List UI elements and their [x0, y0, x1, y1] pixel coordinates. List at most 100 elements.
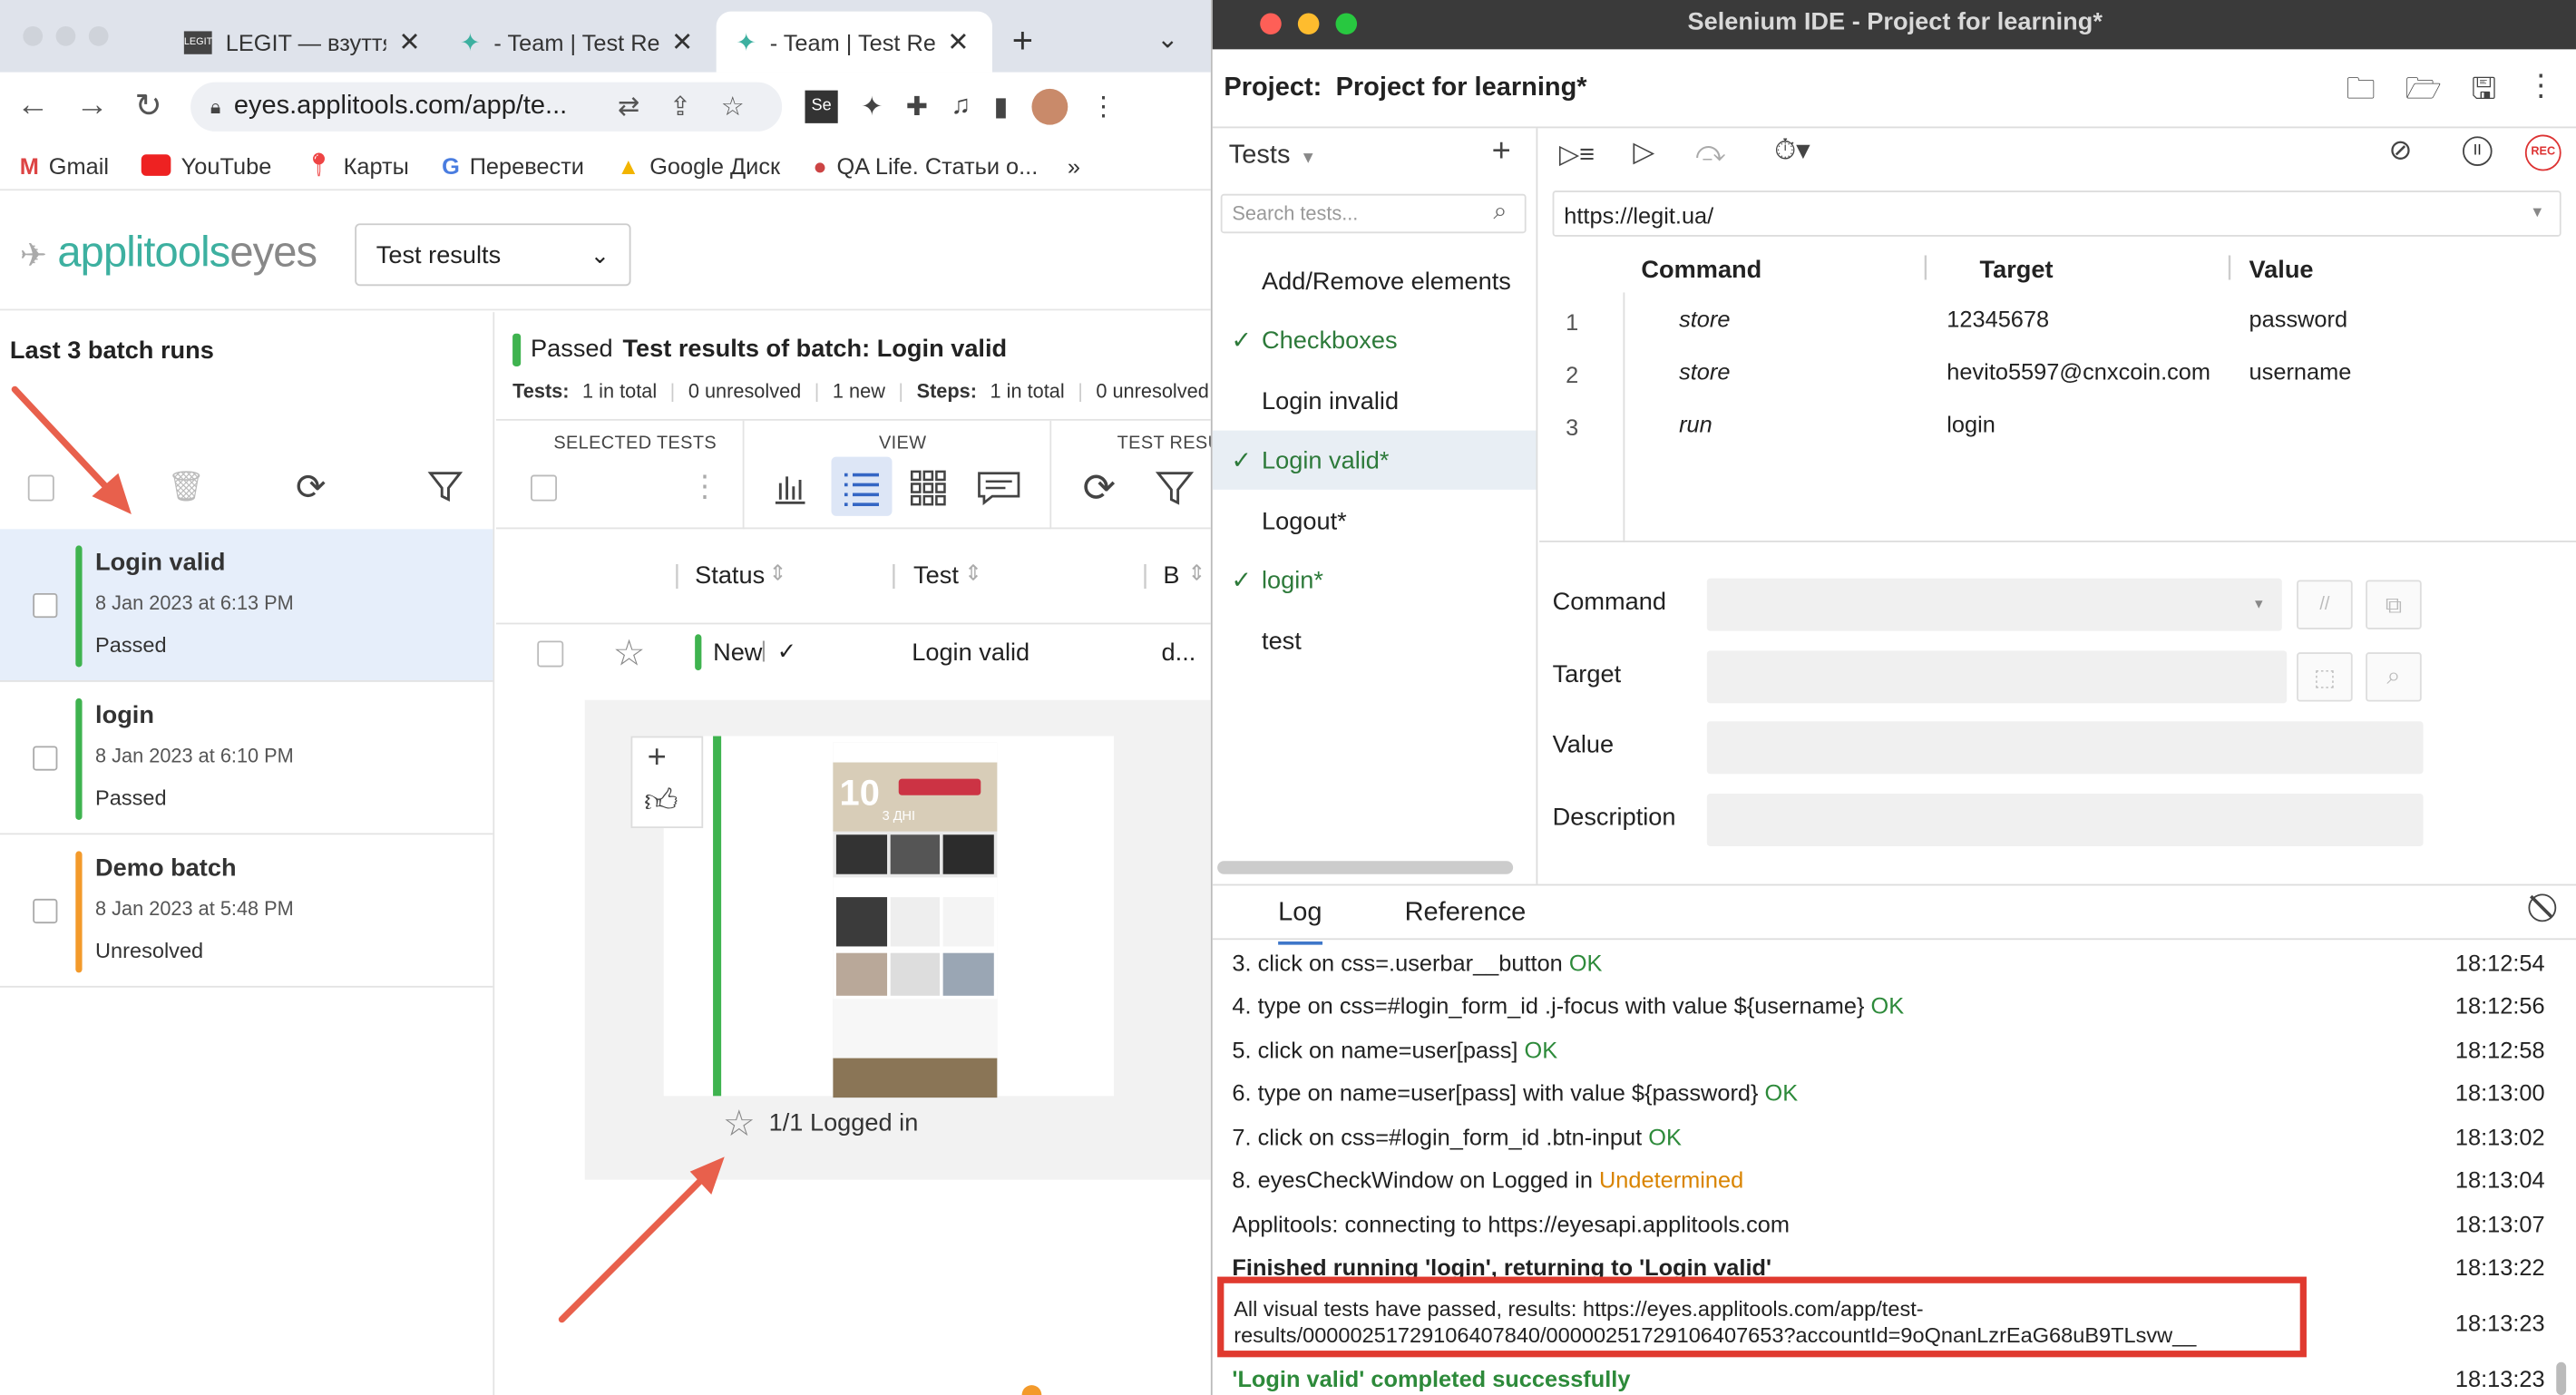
- new-project-icon[interactable]: 🗀︎: [2346, 69, 2376, 118]
- test-name: Login valid*: [1262, 445, 1390, 474]
- project-actions: 🗀︎ 🗁︎ 🖫︎ ⋮: [2346, 69, 2555, 118]
- log-line: Applitools: connecting to https://eyesap…: [1232, 1211, 1790, 1238]
- row-number: 2: [1566, 361, 1579, 388]
- check-icon: ✓: [1231, 566, 1253, 595]
- close-window-icon[interactable]: [1260, 13, 1282, 35]
- result-line-1: All visual tests have passed, results: h…: [1234, 1296, 1924, 1322]
- log-line: 3. click on css=.userbar__button OK: [1232, 950, 1603, 977]
- visual-tests-result[interactable]: All visual tests have passed, results: h…: [1234, 1296, 2196, 1349]
- search-placeholder: Search tests...: [1232, 201, 1359, 226]
- log-time: 18:13:22: [2454, 1254, 2545, 1281]
- tests-panel: Tests ▼ + Search tests... ⌕ Add/Remove el…: [1212, 128, 1538, 884]
- project-name[interactable]: Project for learning*: [1336, 74, 1587, 102]
- command-target: hevito5597@cnxcoin.com: [1947, 357, 2211, 385]
- command-row[interactable]: 2 store hevito5597@cnxcoin.com username: [1539, 345, 2576, 397]
- search-icon: ⌕: [1493, 197, 1508, 226]
- tab-reference[interactable]: Reference: [1405, 899, 1527, 929]
- run-all-icon[interactable]: ▷≡: [1559, 138, 1595, 171]
- log-time: 18:13:23: [2454, 1309, 2545, 1336]
- row-number: 3: [1566, 414, 1579, 441]
- horizontal-scrollbar[interactable]: [1217, 861, 1514, 874]
- target-label: Target: [1552, 660, 1622, 689]
- search-tests-input[interactable]: Search tests... ⌕: [1220, 193, 1527, 234]
- target-input[interactable]: [1706, 650, 2288, 704]
- column-value: Value: [2249, 256, 2314, 285]
- open-project-icon[interactable]: 🗁︎: [2405, 69, 2442, 118]
- step-over-icon[interactable]: ⤼: [1695, 136, 1725, 169]
- commands-table: Command | Target | Value 1 store 1234567…: [1539, 247, 2576, 542]
- log-panel: Log Reference 3. click on css=.userbar__…: [1212, 883, 2576, 1395]
- minimize-window-icon[interactable]: [1297, 13, 1320, 35]
- log-line: 5. click on name=user[pass] OK: [1232, 1037, 1558, 1064]
- command-row[interactable]: 3 run login: [1539, 397, 2576, 450]
- clear-log-icon[interactable]: [2528, 893, 2557, 922]
- test-item-selected[interactable]: ✓ Login valid*: [1212, 430, 1537, 490]
- test-item[interactable]: ✓ login*: [1213, 551, 1537, 610]
- log-time: 18:13:23: [2454, 1365, 2545, 1392]
- test-item[interactable]: Add/Remove elements: [1213, 251, 1537, 310]
- browser-window: LEGIT LEGIT — взуття ✕ ✦ - Team | Test R…: [0, 0, 1211, 1395]
- annotation-arrows: [11, 385, 725, 1323]
- test-name: Checkboxes: [1262, 326, 1398, 355]
- description-label: Description: [1552, 803, 1676, 832]
- test-item[interactable]: ✓ Checkboxes: [1213, 310, 1537, 369]
- command-value: password: [2249, 305, 2348, 332]
- log-line: 6. type on name=user[pass] with value ${…: [1232, 1079, 1799, 1107]
- chevron-down-icon: ▼: [2530, 203, 2545, 220]
- row-number: 1: [1566, 308, 1579, 336]
- value-input[interactable]: [1706, 721, 2424, 775]
- command-target: login: [1947, 410, 1995, 437]
- column-target: Target: [1979, 256, 2054, 285]
- test-name: Login invalid: [1262, 386, 1400, 415]
- log-line: 7. click on css=#login_form_id .btn-inpu…: [1232, 1124, 1682, 1151]
- log-time: 18:13:00: [2454, 1079, 2545, 1107]
- select-target-icon[interactable]: ⬚: [2297, 652, 2353, 702]
- log-line: 4. type on css=#login_form_id .j-focus w…: [1232, 992, 1905, 1019]
- project-bar: Project: Project for learning* 🗀︎ 🗁︎ 🖫︎ …: [1212, 49, 2576, 129]
- vertical-scrollbar[interactable]: [2556, 1361, 2567, 1395]
- find-target-icon[interactable]: ⌕: [2366, 652, 2422, 702]
- description-input[interactable]: [1706, 793, 2424, 846]
- run-toolbar: ▷≡ ▷ ⤼ ⏱︎▾ ⊘ II REC: [1539, 128, 2576, 180]
- command-label: Command: [1552, 588, 1666, 617]
- test-name: Logout*: [1262, 506, 1347, 535]
- check-icon: ✓: [1231, 446, 1253, 475]
- log-time: 18:13:07: [2454, 1211, 2545, 1238]
- log-time: 18:13:04: [2454, 1166, 2545, 1194]
- pause-icon[interactable]: II: [2463, 136, 2493, 166]
- save-project-icon[interactable]: 🖫︎: [2472, 69, 2497, 118]
- tests-dropdown[interactable]: Tests ▼: [1229, 141, 1316, 171]
- command-value: username: [2249, 357, 2352, 385]
- result-highlight-box: All visual tests have passed, results: h…: [1217, 1276, 2307, 1358]
- run-test-icon[interactable]: ▷: [1633, 136, 1654, 169]
- project-title: Project: Project for learning*: [1224, 74, 1586, 104]
- column-command: Command: [1641, 256, 1762, 285]
- selenium-ide-window: Selenium IDE - Project for learning* Pro…: [1210, 0, 2576, 1395]
- log-line: 8. eyesCheckWindow on Logged in Undeterm…: [1232, 1166, 1744, 1194]
- log-time: 18:12:58: [2454, 1037, 2545, 1064]
- test-name: Add/Remove elements: [1262, 267, 1511, 296]
- open-reference-icon[interactable]: ⧉: [2366, 580, 2422, 629]
- speed-icon[interactable]: ⏱︎▾: [1774, 135, 1810, 168]
- result-line-2: results/00000251729106407840/00000251729…: [1234, 1322, 2197, 1348]
- log-time: 18:13:02: [2454, 1124, 2545, 1151]
- base-url-value: https://legit.ua/: [1564, 201, 1714, 229]
- command-row[interactable]: 1 store 12345678 password: [1539, 292, 2576, 345]
- record-icon[interactable]: REC: [2524, 134, 2561, 171]
- test-item[interactable]: Login invalid: [1213, 371, 1537, 430]
- test-name: login*: [1262, 566, 1323, 594]
- project-label: Project:: [1224, 73, 1322, 102]
- command-name: store: [1679, 357, 1731, 385]
- disable-breakpoints-icon[interactable]: ⊘: [2389, 135, 2413, 168]
- test-item[interactable]: test: [1213, 611, 1537, 670]
- value-label: Value: [1552, 731, 1615, 759]
- log-success-line: 'Login valid' completed successfully: [1232, 1365, 1631, 1392]
- comment-button[interactable]: //: [2297, 580, 2353, 629]
- command-input[interactable]: ▼: [1706, 578, 2282, 631]
- maximize-window-icon[interactable]: [1335, 13, 1358, 35]
- add-test-icon[interactable]: +: [1492, 133, 1511, 171]
- commands-header: Command | Target | Value: [1641, 252, 2314, 285]
- test-item[interactable]: Logout*: [1213, 492, 1537, 551]
- base-url-select[interactable]: https://legit.ua/ ▼: [1552, 190, 2561, 237]
- more-icon[interactable]: ⋮: [2526, 69, 2556, 118]
